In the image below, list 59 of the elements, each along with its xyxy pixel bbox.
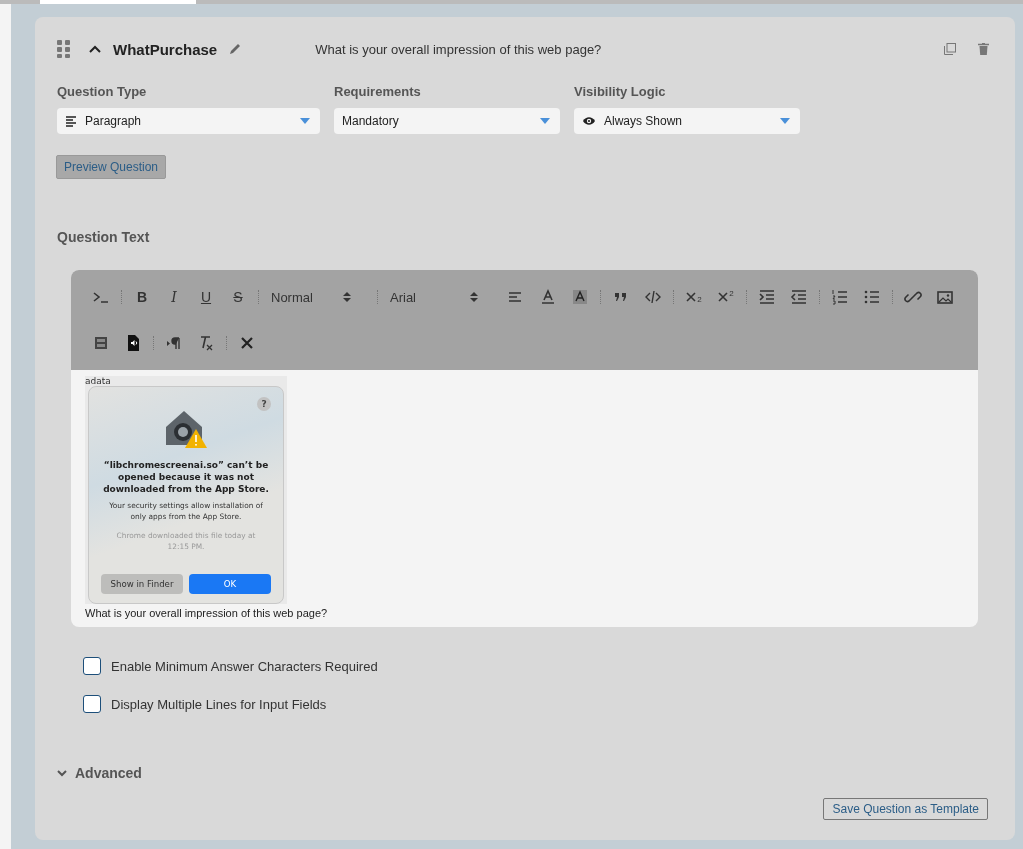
- chevron-down-icon: [57, 769, 67, 777]
- updown-icon: [470, 291, 478, 303]
- edit-button[interactable]: [229, 43, 242, 55]
- dropdown[interactable]: Paragraph: [57, 108, 320, 134]
- field-label: Requirements: [334, 84, 422, 99]
- save-template-button[interactable]: Save Question as Template: [823, 798, 988, 820]
- chevron-up-icon: [89, 45, 101, 53]
- copy-icon: [944, 43, 956, 55]
- background-text: adata: [85, 376, 111, 386]
- field-label: Question Type: [57, 84, 148, 99]
- question-text: What is your overall impression of this web page?: [85, 607, 329, 619]
- caret-icon: [540, 118, 550, 124]
- section-label: Question Text: [57, 229, 151, 245]
- collapse-toggle[interactable]: [89, 45, 101, 53]
- checkbox[interactable]: [83, 657, 101, 675]
- font-select[interactable]: Arial: [384, 285, 484, 309]
- paragraph-direction-icon: [165, 334, 183, 352]
- trash-icon: [978, 43, 989, 55]
- x-icon: [718, 292, 729, 302]
- caret-icon: [300, 118, 310, 124]
- outdent-icon: [790, 288, 808, 306]
- question-preview: What is your overall impression of this web page?: [315, 41, 602, 57]
- image-icon: [936, 288, 954, 306]
- help-button[interactable]: ?: [257, 397, 271, 411]
- advanced-toggle[interactable]: Advanced: [57, 765, 142, 781]
- ordered-list-icon: [831, 288, 849, 306]
- preview-question-button[interactable]: Preview Question: [56, 155, 167, 179]
- updown-icon: [343, 291, 351, 303]
- bullet-list-icon: [863, 288, 881, 306]
- question-title: WhatPurchase: [113, 40, 218, 58]
- pencil-icon: [229, 43, 242, 55]
- video-icon: [92, 334, 110, 352]
- ok-button[interactable]: OK: [189, 574, 271, 594]
- superscript-button[interactable]: 2: [712, 285, 740, 309]
- delete-button[interactable]: [978, 43, 989, 55]
- text-color-icon: [539, 288, 557, 306]
- caret-icon: [780, 118, 790, 124]
- indent-icon: [758, 288, 776, 306]
- eye-icon: [582, 115, 596, 127]
- duplicate-button[interactable]: [944, 43, 956, 55]
- code-icon: [644, 288, 662, 306]
- bold-button[interactable]: B: [128, 285, 156, 309]
- checkbox[interactable]: [83, 695, 101, 713]
- dropdown[interactable]: Mandatory: [334, 108, 560, 134]
- paragraph-icon: [65, 115, 77, 127]
- highlight-icon: [571, 288, 589, 306]
- header-select[interactable]: Normal: [265, 285, 357, 309]
- drag-handle-icon: [57, 40, 71, 58]
- checkbox-label: Enable Minimum Answer Characters Required: [111, 658, 378, 674]
- italic-button[interactable]: I: [160, 285, 188, 309]
- checkbox-label: Display Multiple Lines for Input Fields: [111, 696, 327, 712]
- show-in-finder-button[interactable]: Show in Finder: [101, 574, 183, 594]
- underline-button[interactable]: U: [192, 285, 220, 309]
- dropdown[interactable]: Always Shown: [574, 108, 800, 134]
- field-label: Visibility Logic: [574, 84, 667, 99]
- x-icon: [686, 292, 697, 302]
- subscript-button[interactable]: 2: [680, 285, 708, 309]
- dialog-title: “libchromescreenai.so” can’t be opened because it was not downloaded from the App Store.: [102, 459, 270, 495]
- strikethrough-button[interactable]: S: [224, 285, 252, 309]
